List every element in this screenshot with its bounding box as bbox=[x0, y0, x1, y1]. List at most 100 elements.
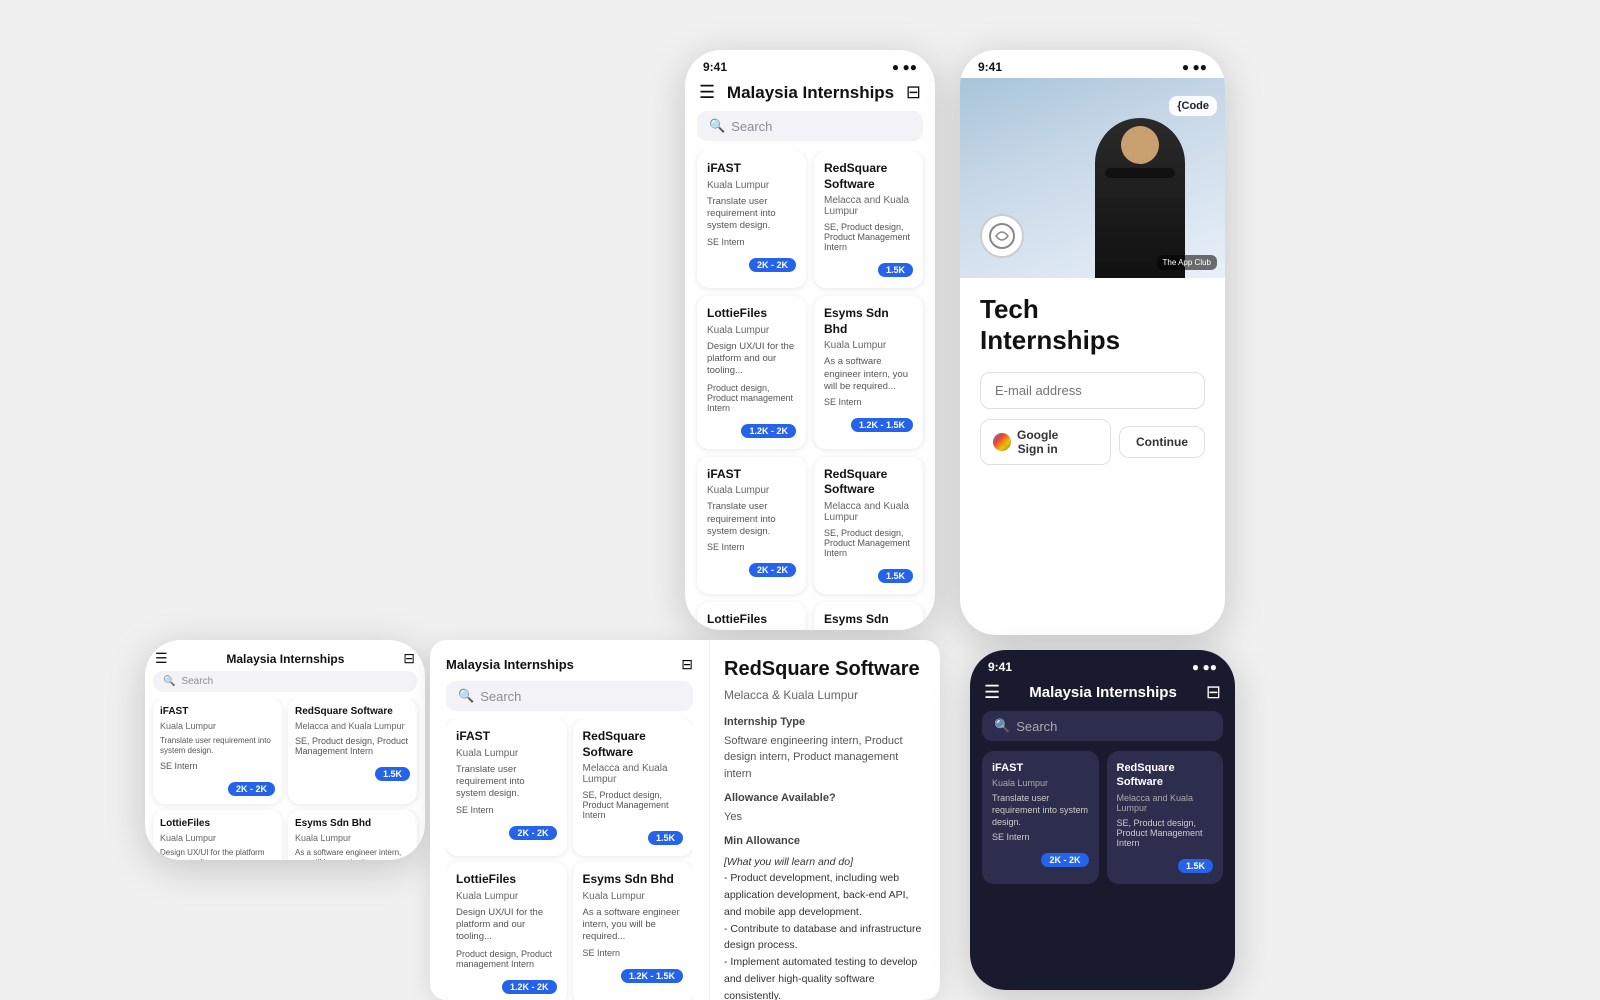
continue-button[interactable]: Continue bbox=[1119, 426, 1205, 458]
status-bar-dark: 9:41 ● ●● bbox=[970, 650, 1235, 678]
status-icons-right: ● ●● bbox=[1182, 60, 1207, 74]
card-tags: Product design, Product management Inter… bbox=[456, 949, 557, 969]
phone-bottom-left: ☰ Malaysia Internships ⊟ 🔍 Search iFAST … bbox=[145, 640, 425, 860]
menu-icon-bl[interactable]: ☰ bbox=[155, 650, 168, 667]
search-bar[interactable]: 🔍 Search bbox=[697, 111, 923, 141]
card-company: Esyms Sdn Bhd bbox=[583, 872, 684, 888]
status-bar-bottom-left bbox=[145, 640, 425, 648]
card-desc: As a software engineer intern, you will … bbox=[583, 907, 684, 944]
list-item[interactable]: iFAST Kuala Lumpur Translate user requir… bbox=[697, 457, 806, 594]
phone-header-bottom-left: ☰ Malaysia Internships ⊟ bbox=[145, 648, 425, 671]
card-company: iFAST bbox=[456, 729, 557, 745]
card-desc: Design UX/UI for the platform and our to… bbox=[456, 907, 557, 944]
list-item[interactable]: LottieFiles Kuala Lumpur Design UX/UI fo… bbox=[446, 862, 567, 1000]
dark-cards-grid: iFAST Kuala Lumpur Translate user requir… bbox=[970, 751, 1235, 884]
card-salary: 1.5K bbox=[878, 566, 913, 584]
phone-top-center: 9:41 ● ●● ☰ Malaysia Internships ⊟ 🔍 Sea… bbox=[685, 50, 935, 630]
card-role: SE Intern bbox=[707, 237, 796, 247]
card-location: Melacca and Kuala Lumpur bbox=[824, 195, 913, 217]
card-company: RedSquare Software bbox=[295, 705, 410, 718]
learn-header: [What you will learn and do] bbox=[724, 854, 926, 871]
card-role: SE Intern bbox=[824, 397, 913, 407]
card-location-dark: Melacca and Kuala Lumpur bbox=[1117, 793, 1214, 813]
phone-header: ☰ Malaysia Internships ⊟ bbox=[685, 78, 935, 111]
list-item[interactable]: Esyms Sdn Bhd Kuala Lumpur As a software… bbox=[814, 296, 923, 449]
hero-logo bbox=[980, 214, 1024, 258]
search-bar-dark[interactable]: 🔍 Search bbox=[982, 711, 1223, 741]
filter-icon-detail[interactable]: ⊟ bbox=[681, 656, 693, 673]
card-salary: 1.2K - 1.5K bbox=[621, 966, 683, 984]
card-location: Kuala Lumpur bbox=[295, 833, 410, 843]
auth-row: GoogleSign in Continue bbox=[980, 419, 1205, 465]
card-role: SE Intern bbox=[583, 948, 684, 958]
card-tags: SE, Product design, Product Management I… bbox=[824, 528, 913, 558]
card-company: iFAST bbox=[707, 467, 796, 483]
list-item[interactable]: Esyms Sdn Bhd Kuala Lumpur As a software… bbox=[573, 862, 694, 1000]
card-salary: 1.5K bbox=[648, 828, 683, 846]
card-company: RedSquare Software bbox=[583, 729, 684, 760]
card-desc: Design UX/UI for the platform and our to… bbox=[160, 848, 275, 860]
list-item[interactable]: Esyms Sdn Bhd Kuala Lumpur As a software… bbox=[814, 602, 923, 630]
salary-badge: 2K - 2K bbox=[509, 826, 556, 840]
internship-type-value: Software engineering intern, Product des… bbox=[724, 733, 926, 783]
phone-top-right: 9:41 ● ●● {Code The App Club TechInterns… bbox=[960, 50, 1225, 635]
card-salary: 2K - 2K bbox=[749, 560, 796, 578]
list-item[interactable]: LottieFiles Kuala Lumpur Design UX/UI fo… bbox=[697, 602, 806, 630]
filter-icon-dark[interactable]: ⊟ bbox=[1206, 682, 1221, 703]
card-salary: 1.2K - 1.5K bbox=[851, 415, 913, 433]
status-icons: ● ●● bbox=[892, 60, 917, 74]
card-location-dark: Kuala Lumpur bbox=[992, 778, 1089, 788]
card-desc: Translate user requirement into system d… bbox=[707, 501, 796, 538]
salary-badge: 1.2K - 2K bbox=[502, 980, 557, 994]
tech-internships-title: TechInternships bbox=[980, 294, 1205, 356]
status-time-dark: 9:41 bbox=[988, 660, 1012, 674]
list-item[interactable]: RedSquare Software Melacca and Kuala Lum… bbox=[573, 719, 694, 856]
salary-badge-dark: 1.5K bbox=[1178, 859, 1213, 873]
card-tags: SE, Product design, Product Management I… bbox=[295, 736, 410, 756]
card-desc: As a software engineer intern, you will … bbox=[824, 356, 913, 393]
list-item[interactable]: RedSquare Software Melacca and Kuala Lum… bbox=[288, 698, 417, 804]
google-label: GoogleSign in bbox=[1017, 428, 1058, 456]
list-item[interactable]: iFAST Kuala Lumpur Translate user requir… bbox=[153, 698, 282, 804]
card-location: Kuala Lumpur bbox=[456, 748, 557, 759]
card-tags: SE, Product design, Product Management I… bbox=[583, 790, 684, 820]
filter-icon[interactable]: ⊟ bbox=[906, 82, 921, 103]
list-item[interactable]: RedSquare Software Melacca and Kuala Lum… bbox=[814, 151, 923, 288]
cards-grid: iFAST Kuala Lumpur Translate user requir… bbox=[685, 151, 935, 630]
salary-badge: 1.5K bbox=[375, 767, 410, 781]
list-item[interactable]: RedSquare Software Melacca and Kuala Lum… bbox=[1107, 751, 1224, 884]
card-location: Kuala Lumpur bbox=[707, 485, 796, 496]
list-item[interactable]: iFAST Kuala Lumpur Translate user requir… bbox=[982, 751, 1099, 884]
tech-internships-section: TechInternships GoogleSign in Continue bbox=[960, 278, 1225, 481]
list-item[interactable]: Esyms Sdn Bhd Kuala Lumpur As a software… bbox=[288, 810, 417, 860]
card-location: Kuala Lumpur bbox=[583, 891, 684, 902]
list-item[interactable]: iFAST Kuala Lumpur Translate user requir… bbox=[446, 719, 567, 856]
card-tags: SE, Product design, Product Management I… bbox=[824, 222, 913, 252]
search-icon: 🔍 bbox=[709, 118, 725, 134]
filter-icon-bl[interactable]: ⊟ bbox=[403, 650, 415, 667]
card-salary: 2K - 2K bbox=[749, 255, 796, 273]
card-desc: Design UX/UI for the platform and our to… bbox=[707, 341, 796, 378]
list-item[interactable]: iFAST Kuala Lumpur Translate user requir… bbox=[697, 151, 806, 288]
list-item[interactable]: LottieFiles Kuala Lumpur Design UX/UI fo… bbox=[697, 296, 806, 449]
card-location: Kuala Lumpur bbox=[707, 325, 796, 336]
card-company: LottieFiles bbox=[707, 612, 796, 628]
allowance-label: Allowance Available? bbox=[724, 790, 926, 807]
menu-icon[interactable]: ☰ bbox=[699, 82, 715, 103]
search-bar-bl[interactable]: 🔍 Search bbox=[153, 671, 417, 692]
card-company: Esyms Sdn Bhd bbox=[824, 612, 913, 630]
search-icon-dark: 🔍 bbox=[994, 718, 1010, 734]
card-location: Melacca and Kuala Lumpur bbox=[583, 763, 684, 785]
list-item[interactable]: RedSquare Software Melacca and Kuala Lum… bbox=[814, 457, 923, 594]
card-tags: Product design, Product management Inter… bbox=[707, 383, 796, 413]
email-input[interactable] bbox=[980, 372, 1205, 409]
card-location: Kuala Lumpur bbox=[160, 833, 275, 843]
search-bar-detail[interactable]: 🔍 Search bbox=[446, 681, 693, 711]
menu-icon-dark[interactable]: ☰ bbox=[984, 682, 1000, 703]
card-company: Esyms Sdn Bhd bbox=[824, 306, 913, 337]
google-signin-button[interactable]: GoogleSign in bbox=[980, 419, 1111, 465]
phone-header-dark: ☰ Malaysia Internships ⊟ bbox=[970, 678, 1235, 711]
list-item[interactable]: LottieFiles Kuala Lumpur Design UX/UI fo… bbox=[153, 810, 282, 860]
status-icons-dark: ● ●● bbox=[1192, 660, 1217, 674]
card-company-dark: iFAST bbox=[992, 761, 1089, 775]
